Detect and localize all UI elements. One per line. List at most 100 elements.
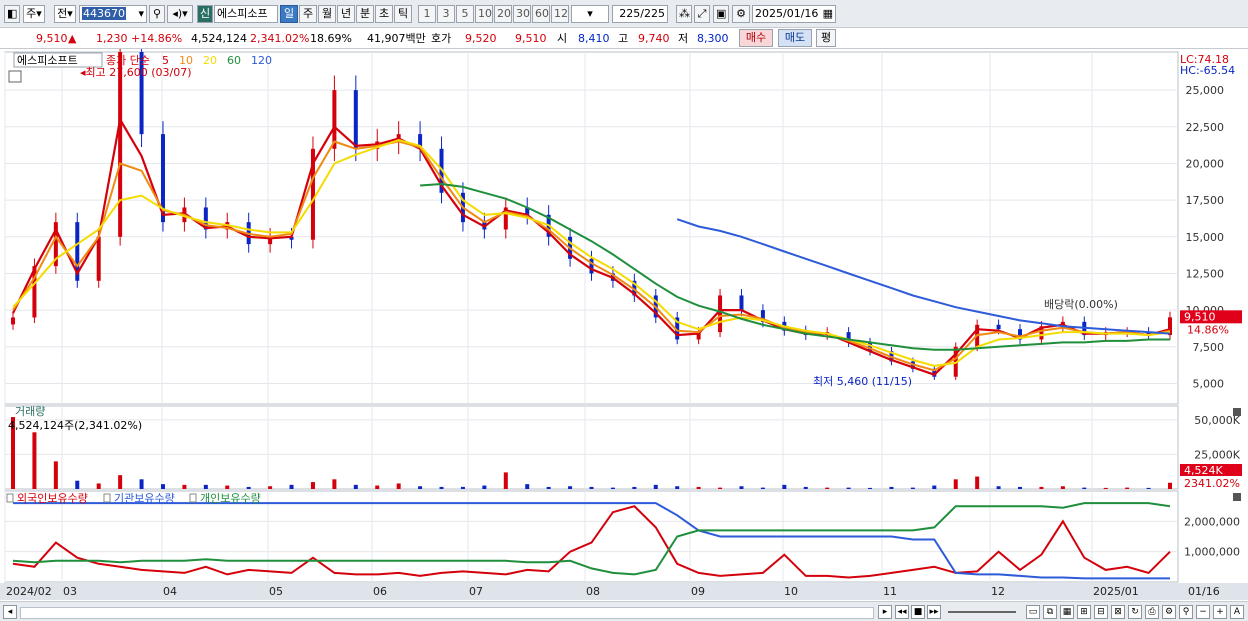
holding-legend-1: 기관보유수량	[114, 492, 175, 505]
grid-icon[interactable]: ▦	[1060, 605, 1074, 619]
horizontal-scrollbar[interactable]	[20, 607, 874, 619]
speed-slider[interactable]	[948, 611, 1016, 613]
search-icon[interactable]: ⚲	[149, 5, 165, 23]
code-input[interactable]: 443670 ▾	[79, 5, 147, 23]
turnover-percent: 18.69%	[310, 32, 352, 45]
market-select[interactable]: 주▾	[23, 5, 45, 23]
volume-bar-54	[1168, 482, 1172, 489]
period-tab-6[interactable]: 틱	[394, 5, 412, 23]
interval-select[interactable]: ▾	[571, 5, 609, 23]
volume-bar-29	[632, 486, 637, 489]
date-picker[interactable]: 2025/01/16 ▦	[752, 5, 836, 23]
chart-area[interactable]: 25,00022,50020,00017,50015,00012,50010,0…	[0, 35, 1248, 601]
stock-name: 에스피소프	[217, 7, 268, 20]
ask-label: 호가	[431, 32, 452, 45]
volume-bar-47	[1018, 486, 1023, 489]
volume-bar-41	[889, 486, 894, 489]
stock-chart[interactable]: 25,00022,50020,00017,50015,00012,50010,0…	[0, 35, 1248, 601]
volume-bar-2	[53, 461, 58, 489]
interval-button-3[interactable]: 3	[437, 5, 455, 23]
fast-forward-icon[interactable]: ▸▸	[927, 605, 941, 619]
holding-tick-label-1: 1,000,000	[1184, 546, 1240, 559]
volume-bar-38	[825, 487, 830, 489]
save-icon[interactable]: ▣	[713, 5, 729, 23]
x-axis-label-4: 06	[373, 585, 387, 598]
holding-legend-0: 외국인보유수량	[17, 492, 88, 505]
split-icon[interactable]: ⊞	[1077, 605, 1091, 619]
candle-body-34	[739, 295, 744, 311]
volume-bar-25	[546, 486, 551, 489]
chart-type-icon[interactable]: ⊟	[1094, 605, 1108, 619]
interval-button-5[interactable]: 5	[456, 5, 474, 23]
gear-icon[interactable]: ⚙	[732, 5, 750, 23]
stock-name-field[interactable]: 에스피소프	[214, 5, 278, 23]
candle-body-46	[996, 324, 1001, 330]
zoom-in-icon[interactable]: +	[1213, 605, 1227, 619]
scroll-left-icon[interactable]: ◂	[3, 605, 17, 619]
change-percent: +14.86%	[131, 32, 183, 45]
speaker-icon[interactable]: ◂)▾	[167, 5, 193, 23]
stop-icon[interactable]: ■	[911, 605, 925, 619]
refresh-icon[interactable]: ↻	[1128, 605, 1142, 619]
price-tick-label-3: 17,500	[1186, 194, 1225, 207]
interval-button-10[interactable]: 10	[475, 5, 493, 23]
period-tab-0[interactable]: 일	[280, 5, 298, 23]
linked-icon[interactable]: ⁂	[676, 5, 692, 23]
volume-bar-23	[503, 472, 508, 489]
period-tab-2[interactable]: 월	[318, 5, 336, 23]
period-tab-4[interactable]: 분	[356, 5, 374, 23]
code-value: 443670	[82, 7, 126, 20]
count-field[interactable]: 225/225	[612, 5, 668, 23]
interval-button-20[interactable]: 20	[494, 5, 512, 23]
copy-icon[interactable]: ⧉	[1043, 605, 1057, 619]
low-label: 저	[678, 32, 689, 45]
volume-bar-31	[675, 486, 680, 489]
x-axis-label-8: 10	[784, 585, 798, 598]
font-size-icon[interactable]: A	[1230, 605, 1244, 619]
volume-bar-3	[75, 480, 80, 489]
interval-button-30[interactable]: 30	[513, 5, 531, 23]
rewind-icon[interactable]: ◂◂	[895, 605, 909, 619]
low-price: 8,300	[697, 32, 729, 45]
calendar-icon: ▦	[822, 7, 833, 20]
volume-bar-43	[932, 485, 937, 489]
zoom-icon[interactable]: ⚲	[1179, 605, 1193, 619]
x-axis-label-10: 12	[991, 585, 1005, 598]
volume-bar-33	[718, 487, 723, 489]
candle-body-27	[589, 258, 594, 274]
interval-button-1[interactable]: 1	[418, 5, 436, 23]
panel-close-icon-0	[1233, 408, 1241, 416]
period-tab-3[interactable]: 년	[337, 5, 355, 23]
open-label: 시	[557, 32, 568, 45]
interval-button-120[interactable]: 120	[551, 5, 569, 23]
candle-body-5	[118, 52, 123, 237]
hc-label: HC:-65.54	[1180, 64, 1235, 77]
window-menu-icon[interactable]: ◧	[4, 5, 20, 23]
interval-button-60[interactable]: 60	[532, 5, 550, 23]
zoom-out-icon[interactable]: −	[1196, 605, 1210, 619]
sell-button[interactable]: 매도	[778, 29, 812, 47]
layout-icon[interactable]: ▭	[1026, 605, 1040, 619]
volume-bar-20	[439, 486, 444, 489]
volume-bar-48	[1039, 486, 1044, 489]
volume-bar-36	[782, 484, 787, 489]
settings-icon[interactable]: ⚙	[1162, 605, 1176, 619]
volume-last-tag: 4,524K	[1184, 464, 1223, 477]
volume-last-percent: 2341.02%	[1184, 477, 1240, 490]
high-label: 고	[618, 32, 629, 45]
scroll-right-icon[interactable]: ▸	[878, 605, 892, 619]
evaluate-button[interactable]: 평	[816, 29, 836, 47]
candle-body-16	[353, 90, 358, 149]
print-icon[interactable]: ⎙	[1145, 605, 1159, 619]
volume-bar-28	[610, 487, 615, 489]
period-tab-1[interactable]: 주	[299, 5, 317, 23]
draw-tool-icon[interactable]: ⤢	[694, 5, 710, 23]
open-price: 8,410	[578, 32, 610, 45]
ma-label-20: 20	[203, 54, 217, 67]
buy-button[interactable]: 매수	[739, 29, 773, 47]
volume-bar-30	[653, 484, 658, 489]
period-tab-5[interactable]: 초	[375, 5, 393, 23]
volume-bar-24	[525, 484, 530, 489]
link-icon[interactable]: ⊠	[1111, 605, 1125, 619]
type-select[interactable]: 전▾	[54, 5, 76, 23]
